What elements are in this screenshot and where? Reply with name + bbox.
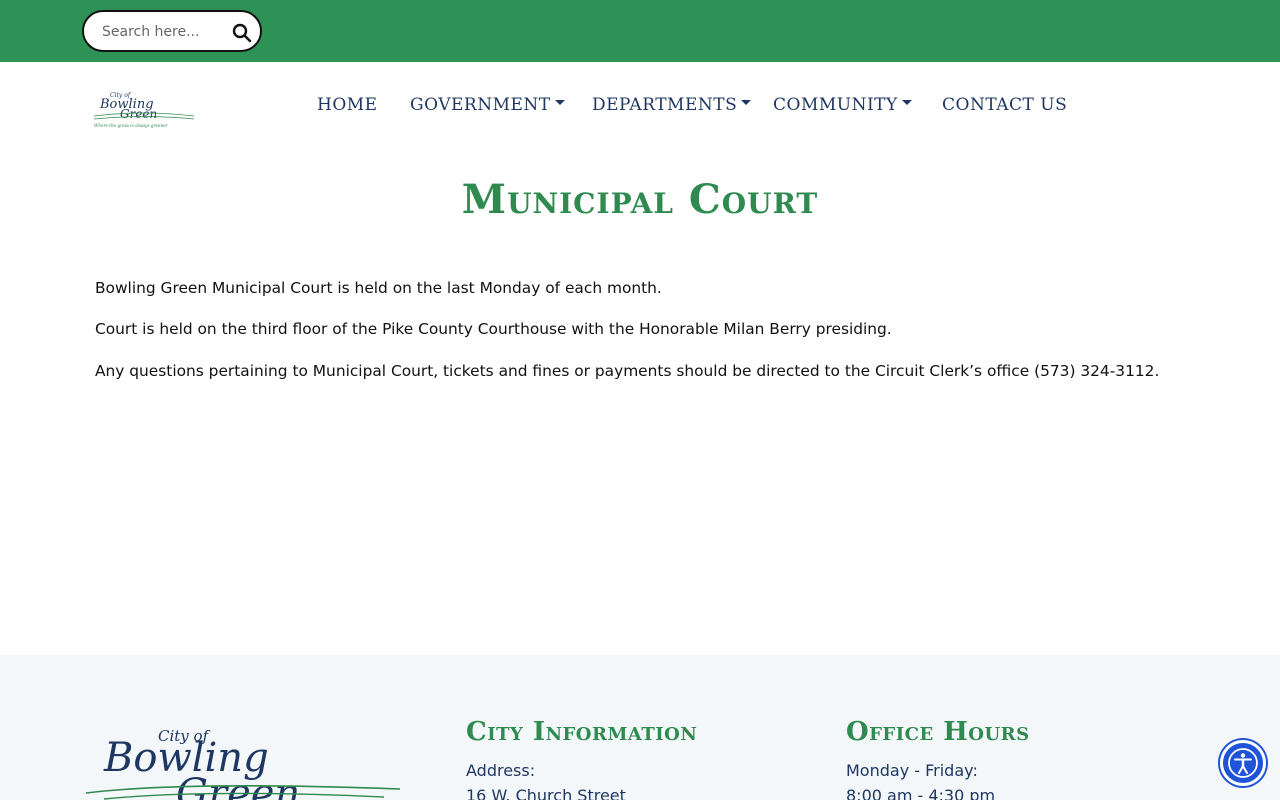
site-footer: City of Bowling Green City Information A… bbox=[0, 655, 1280, 800]
nav-government[interactable]: GOVERNMENT bbox=[410, 95, 565, 115]
search-icon bbox=[232, 23, 252, 43]
footer-city-info-heading: City Information bbox=[466, 717, 698, 747]
nav-government-label: GOVERNMENT bbox=[410, 95, 551, 115]
search-input[interactable] bbox=[102, 21, 232, 43]
nav-contact-us[interactable]: CONTACT US bbox=[942, 95, 1067, 115]
footer-office-hours-heading: Office Hours bbox=[846, 717, 1030, 747]
caret-down-icon bbox=[901, 100, 912, 105]
svg-text:Green: Green bbox=[120, 107, 157, 121]
accessibility-icon bbox=[1228, 748, 1258, 778]
paragraph-court-schedule: Bowling Green Municipal Court is held on… bbox=[95, 279, 662, 297]
site-logo[interactable]: City of Bowling Green Where the grass is… bbox=[92, 90, 196, 130]
nav-contact-us-label: CONTACT US bbox=[942, 95, 1068, 115]
svg-text:Where the grass is always gree: Where the grass is always greener bbox=[94, 123, 169, 128]
top-bar bbox=[0, 0, 1280, 62]
nav-home[interactable]: HOME bbox=[317, 95, 378, 115]
nav-community[interactable]: COMMUNITY bbox=[773, 95, 912, 115]
footer-address-line: 16 W. Church Street bbox=[466, 786, 626, 800]
footer-logo: City of Bowling Green bbox=[84, 725, 404, 800]
footer-address-label: Address: bbox=[466, 761, 536, 780]
caret-down-icon bbox=[741, 100, 752, 105]
accessibility-button[interactable] bbox=[1220, 740, 1266, 786]
nav-community-label: COMMUNITY bbox=[773, 95, 898, 115]
paragraph-court-location: Court is held on the third floor of the … bbox=[95, 320, 892, 338]
nav-departments-label: DEPARTMENTS bbox=[592, 95, 738, 115]
nav-departments[interactable]: DEPARTMENTS bbox=[592, 95, 752, 115]
caret-down-icon bbox=[554, 100, 565, 105]
main-navbar: City of Bowling Green Where the grass is… bbox=[0, 62, 1280, 154]
search-box bbox=[82, 10, 262, 52]
footer-office-hours: 8:00 am - 4:30 pm bbox=[846, 786, 996, 800]
search-button[interactable] bbox=[230, 21, 254, 45]
bowling-green-footer-logo-graphic: City of Bowling Green bbox=[85, 727, 401, 800]
nav-home-label: HOME bbox=[317, 95, 378, 115]
bowling-green-logo-graphic: City of Bowling Green Where the grass is… bbox=[93, 92, 195, 128]
paragraph-court-questions: Any questions pertaining to Municipal Co… bbox=[95, 362, 1160, 380]
page-title: Municipal Court bbox=[461, 176, 819, 223]
footer-office-days: Monday - Friday: bbox=[846, 761, 978, 780]
